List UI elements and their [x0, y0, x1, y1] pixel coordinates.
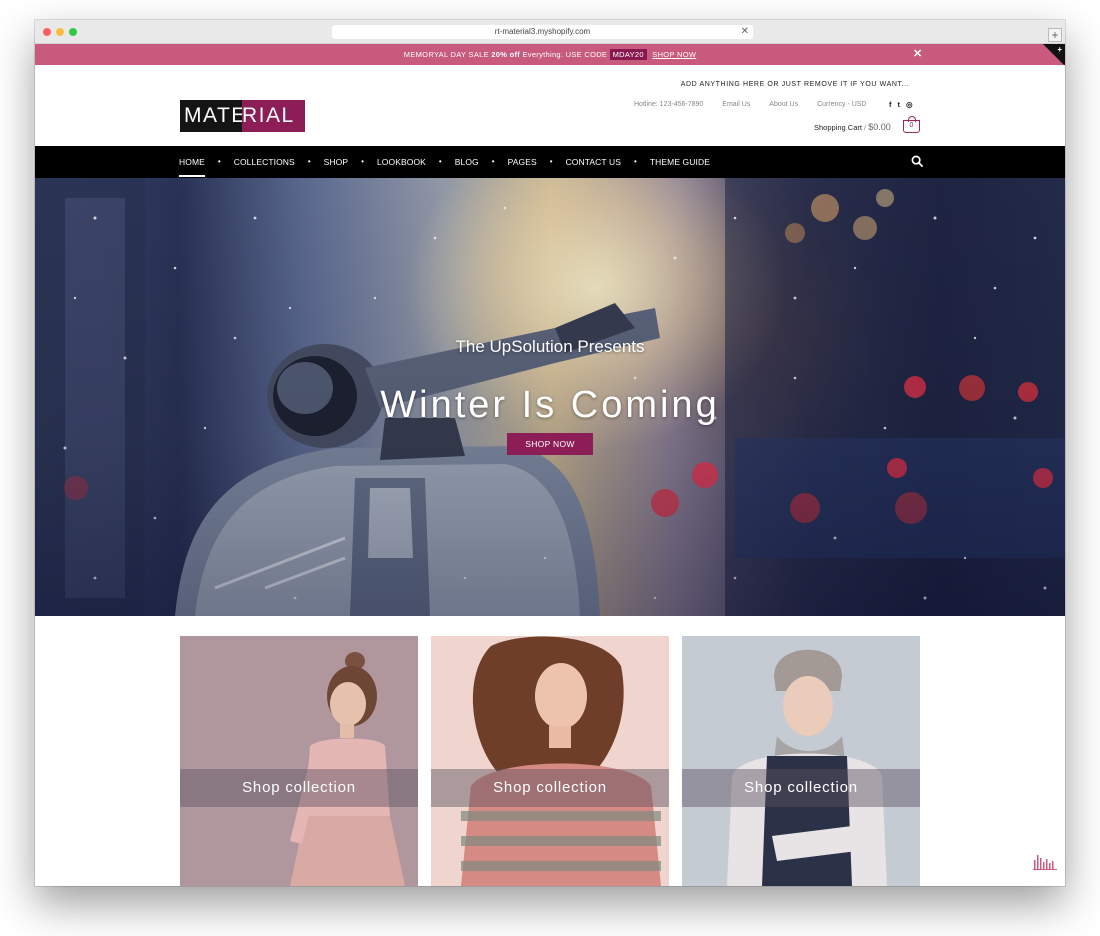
nav-item-blog[interactable]: BLOG: [455, 146, 479, 178]
currency-selector[interactable]: Currency - USD: [817, 101, 866, 108]
equalizer-icon[interactable]: [1033, 852, 1057, 870]
collection-label: Shop collection: [682, 769, 920, 807]
browser-window: rt-material3.myshopify.com ✕ + MEMORYAL …: [35, 20, 1065, 886]
promo-code: MDAY20: [609, 49, 647, 60]
header-tagline: ADD ANYTHING HERE OR JUST REMOVE IT IF Y…: [680, 81, 910, 88]
header-top-links: Hotline: 123-456-7890 Email Us About Us …: [634, 101, 867, 108]
collection-card-girls[interactable]: Shop collection: [180, 636, 418, 886]
shopping-cart-link[interactable]: Shopping Cart / $0.00: [814, 122, 891, 132]
twitter-icon[interactable]: t: [898, 100, 901, 109]
close-window-button[interactable]: [43, 28, 51, 36]
collection-card-women[interactable]: Shop collection: [431, 636, 669, 886]
cart-label: Shopping Cart: [814, 123, 862, 132]
nav-item-collections[interactable]: COLLECTIONS: [234, 146, 295, 178]
search-icon[interactable]: [911, 155, 924, 168]
instagram-icon[interactable]: ◎: [906, 100, 913, 109]
new-tab-button[interactable]: +: [1048, 28, 1062, 42]
nav-item-theme-guide[interactable]: THEME GUIDE: [650, 146, 710, 178]
collection-label: Shop collection: [180, 769, 418, 807]
collection-card-men[interactable]: Shop collection: [682, 636, 920, 886]
promo-highlight: 20% off: [491, 50, 521, 59]
promo-shop-now-link[interactable]: SHOP NOW: [652, 50, 696, 59]
maximize-window-button[interactable]: [69, 28, 77, 36]
hotline-link[interactable]: Hotline: 123-456-7890: [634, 101, 703, 108]
site-header: MATE RIAL ADD ANYTHING HERE OR JUST REMO…: [35, 65, 1065, 147]
nav-separator: •: [491, 157, 495, 166]
nav-separator: •: [307, 157, 311, 166]
logo-left-text: MATE: [180, 100, 242, 132]
hero-subtitle: The UpSolution Presents: [455, 337, 645, 356]
promo-close-icon[interactable]: ✕: [913, 44, 923, 65]
cart-count: 0: [909, 122, 914, 129]
cart-amount: $0.00: [868, 122, 891, 132]
promo-text-middle: Everything. USE CODE: [520, 50, 610, 59]
nav-item-home[interactable]: HOME: [179, 146, 205, 178]
nav-separator: •: [549, 157, 553, 166]
browser-toolbar: rt-material3.myshopify.com ✕ +: [35, 20, 1065, 44]
nav-item-pages[interactable]: PAGES: [508, 146, 537, 178]
promo-bar: MEMORYAL DAY SALE 20% off Everything. US…: [35, 44, 1065, 65]
collections-grid: Shop collection Shop collection Shop col…: [180, 636, 921, 886]
collection-photo-girl: [180, 636, 418, 886]
nav-separator: •: [361, 157, 364, 166]
social-links: f t ◎: [889, 100, 913, 109]
nav-separator: •: [634, 157, 637, 166]
nav-separator: •: [217, 157, 221, 166]
collection-label: Shop collection: [431, 769, 669, 807]
hero-shop-now-button[interactable]: SHOP NOW: [507, 433, 593, 455]
nav-separator: •: [438, 157, 442, 166]
about-us-link[interactable]: About Us: [769, 101, 798, 108]
facebook-icon[interactable]: f: [889, 100, 892, 109]
clear-url-icon[interactable]: ✕: [741, 25, 749, 39]
email-us-link[interactable]: Email Us: [722, 101, 750, 108]
logo-right-text: RIAL: [242, 100, 305, 132]
corner-plus-icon[interactable]: +: [1057, 45, 1062, 54]
nav-item-shop[interactable]: SHOP: [324, 146, 349, 178]
minimize-window-button[interactable]: [56, 28, 64, 36]
hero-title: Winter Is Coming: [380, 384, 720, 426]
site-logo[interactable]: MATE RIAL: [180, 100, 305, 132]
address-bar[interactable]: rt-material3.myshopify.com ✕: [332, 25, 753, 39]
promo-text-start: MEMORYAL DAY SALE: [403, 50, 492, 59]
nav-items: HOME • COLLECTIONS • SHOP • LOOKBOOK • B…: [179, 146, 710, 178]
collection-photo-woman: [431, 636, 669, 886]
main-nav: HOME • COLLECTIONS • SHOP • LOOKBOOK • B…: [35, 146, 1065, 178]
hero-banner: The UpSolution Presents Winter Is Coming…: [35, 178, 1065, 616]
address-url: rt-material3.myshopify.com: [494, 27, 591, 36]
collection-photo-man: [682, 636, 920, 886]
cart-bag-icon[interactable]: 0: [903, 116, 920, 133]
nav-item-lookbook[interactable]: LOOKBOOK: [377, 146, 426, 178]
nav-item-contact-us[interactable]: CONTACT US: [566, 146, 621, 178]
